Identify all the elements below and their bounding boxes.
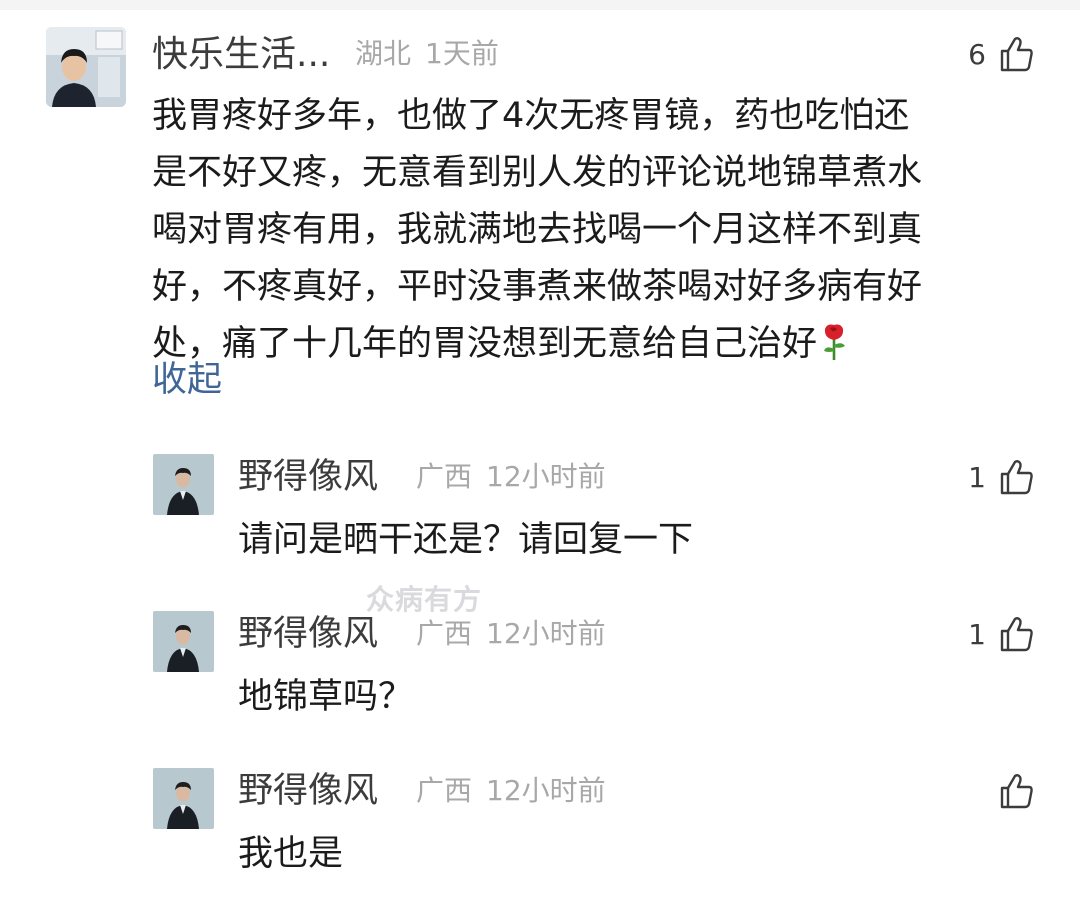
main-comment-time: 1天前 xyxy=(425,37,499,70)
reply-time: 12小时前 xyxy=(486,460,606,493)
main-comment-like-button[interactable]: 6 xyxy=(968,32,1034,76)
reply-avatar[interactable] xyxy=(153,768,214,829)
reply-meta: 广西 12小时前 xyxy=(416,771,606,811)
reply-like-count: 1 xyxy=(968,617,986,651)
comment-thread: 快乐生活... 湖北 1天前 6 我胃疼好多年，也做了4次无疼胃镜，药也吃怕还 是… xyxy=(0,0,1080,914)
reply-like-button[interactable]: 1 xyxy=(968,612,1034,656)
reply-location: 广西 xyxy=(416,617,473,650)
reply-text: 请问是晒干还是？请回复一下 xyxy=(238,520,694,560)
collapse-link[interactable]: 收起 xyxy=(152,355,222,405)
reply-location: 广西 xyxy=(416,774,473,807)
reply-text: 我也是 xyxy=(238,834,344,874)
thumbs-up-icon xyxy=(1000,616,1034,652)
reply-author[interactable]: 野得像风 xyxy=(238,454,378,500)
reply-meta: 广西 12小时前 xyxy=(416,457,606,497)
reply-like-button[interactable]: 1 xyxy=(968,455,1034,499)
reply-location: 广西 xyxy=(416,460,473,493)
reply-like-count: 1 xyxy=(968,460,986,494)
main-comment-meta: 湖北 1天前 xyxy=(355,34,499,74)
thumbs-up-icon xyxy=(1000,36,1034,72)
watermark: 众病有方 xyxy=(366,583,483,616)
reply-like-button[interactable] xyxy=(1000,769,1034,813)
main-comment-avatar[interactable] xyxy=(46,27,126,107)
reply-time: 12小时前 xyxy=(486,617,606,650)
reply-time: 12小时前 xyxy=(486,774,606,807)
reply-avatar[interactable] xyxy=(153,454,214,515)
main-comment-text: 我胃疼好多年，也做了4次无疼胃镜，药也吃怕还 是不好又疼，无意看到别人发的评论说… xyxy=(152,88,1052,379)
thumbs-up-icon xyxy=(1000,459,1034,495)
reply-meta: 广西 12小时前 xyxy=(416,614,606,654)
reply-text: 地锦草吗？ xyxy=(238,677,414,717)
reply-author[interactable]: 野得像风 xyxy=(238,611,378,657)
main-comment-location: 湖北 xyxy=(355,37,412,70)
main-comment-author[interactable]: 快乐生活... xyxy=(152,30,330,80)
top-divider xyxy=(0,0,1080,10)
thumbs-up-icon xyxy=(1000,773,1034,809)
main-comment-like-count: 6 xyxy=(968,37,986,71)
main-comment-body: 我胃疼好多年，也做了4次无疼胃镜，药也吃怕还 是不好又疼，无意看到别人发的评论说… xyxy=(152,96,923,364)
reply-avatar[interactable] xyxy=(153,611,214,672)
reply-author[interactable]: 野得像风 xyxy=(238,768,378,814)
rose-icon xyxy=(821,322,847,379)
